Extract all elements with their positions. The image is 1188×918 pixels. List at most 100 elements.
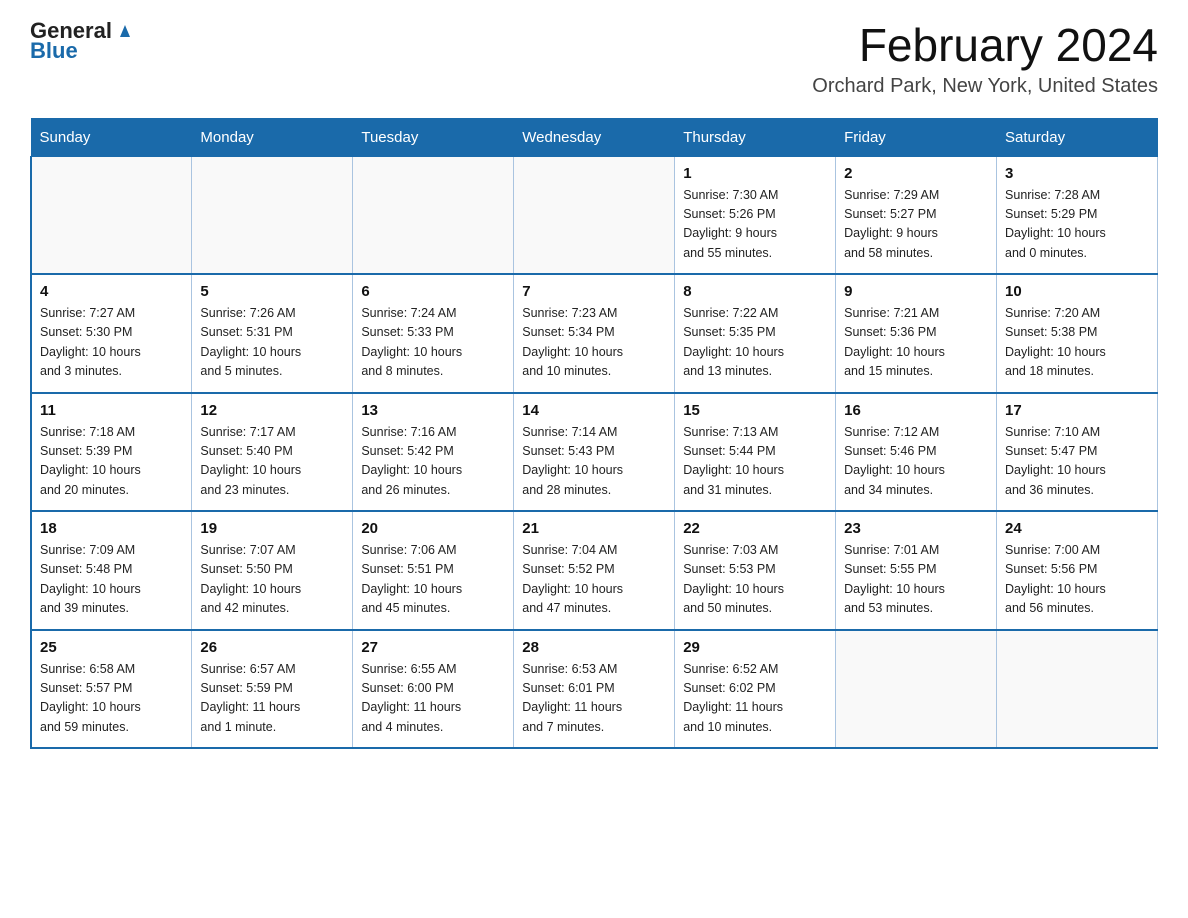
- day-info: Sunrise: 6:52 AM Sunset: 6:02 PM Dayligh…: [683, 660, 827, 738]
- day-number: 9: [844, 283, 988, 300]
- calendar-cell: 22 Sunrise: 7:03 AM Sunset: 5:53 PM Dayli…: [675, 511, 836, 630]
- calendar-cell: 27 Sunrise: 6:55 AM Sunset: 6:00 PM Dayli…: [353, 630, 514, 749]
- calendar-cell: 12 Sunrise: 7:17 AM Sunset: 5:40 PM Dayli…: [192, 393, 353, 512]
- column-header-tuesday: Tuesday: [353, 118, 514, 156]
- calendar-cell: 9 Sunrise: 7:21 AM Sunset: 5:36 PM Daylig…: [836, 274, 997, 393]
- calendar-week-row: 4 Sunrise: 7:27 AM Sunset: 5:30 PM Daylig…: [31, 274, 1158, 393]
- day-number: 3: [1005, 165, 1149, 182]
- calendar-header-row: SundayMondayTuesdayWednesdayThursdayFrid…: [31, 118, 1158, 156]
- month-title: February 2024: [812, 20, 1158, 71]
- column-header-wednesday: Wednesday: [514, 118, 675, 156]
- day-info: Sunrise: 7:06 AM Sunset: 5:51 PM Dayligh…: [361, 541, 505, 619]
- logo: General Blue: [30, 20, 136, 62]
- day-number: 1: [683, 165, 827, 182]
- day-number: 11: [40, 402, 183, 419]
- page-header: General Blue February 2024 Orchard Park,…: [30, 20, 1158, 98]
- day-info: Sunrise: 7:30 AM Sunset: 5:26 PM Dayligh…: [683, 186, 827, 264]
- calendar-cell: 6 Sunrise: 7:24 AM Sunset: 5:33 PM Daylig…: [353, 274, 514, 393]
- logo-blue-text: Blue: [30, 40, 136, 62]
- calendar-cell: 19Sunrise: 7:07 AM Sunset: 5:50 PM Dayli…: [192, 511, 353, 630]
- day-info: Sunrise: 7:10 AM Sunset: 5:47 PM Dayligh…: [1005, 423, 1149, 501]
- calendar-cell: 7 Sunrise: 7:23 AM Sunset: 5:34 PM Daylig…: [514, 274, 675, 393]
- calendar-cell: [31, 156, 192, 274]
- day-info: Sunrise: 7:23 AM Sunset: 5:34 PM Dayligh…: [522, 304, 666, 382]
- day-info: Sunrise: 7:12 AM Sunset: 5:46 PM Dayligh…: [844, 423, 988, 501]
- calendar-cell: 20 Sunrise: 7:06 AM Sunset: 5:51 PM Dayli…: [353, 511, 514, 630]
- day-info: Sunrise: 7:04 AM Sunset: 5:52 PM Dayligh…: [522, 541, 666, 619]
- calendar-cell: [997, 630, 1158, 749]
- day-number: 15: [683, 402, 827, 419]
- title-block: February 2024 Orchard Park, New York, Un…: [812, 20, 1158, 98]
- calendar-cell: [514, 156, 675, 274]
- day-info: Sunrise: 7:13 AM Sunset: 5:44 PM Dayligh…: [683, 423, 827, 501]
- calendar-cell: 28 Sunrise: 6:53 AM Sunset: 6:01 PM Dayli…: [514, 630, 675, 749]
- calendar-cell: 3 Sunrise: 7:28 AM Sunset: 5:29 PM Daylig…: [997, 156, 1158, 274]
- day-number: 4: [40, 283, 183, 300]
- day-info: Sunrise: 6:58 AM Sunset: 5:57 PM Dayligh…: [40, 660, 183, 738]
- day-number: 10: [1005, 283, 1149, 300]
- day-info: Sunrise: 7:20 AM Sunset: 5:38 PM Dayligh…: [1005, 304, 1149, 382]
- day-info: Sunrise: 7:07 AM Sunset: 5:50 PM Dayligh…: [200, 541, 344, 619]
- calendar-cell: 4 Sunrise: 7:27 AM Sunset: 5:30 PM Daylig…: [31, 274, 192, 393]
- column-header-monday: Monday: [192, 118, 353, 156]
- day-info: Sunrise: 6:53 AM Sunset: 6:01 PM Dayligh…: [522, 660, 666, 738]
- day-number: 27: [361, 639, 505, 656]
- day-info: Sunrise: 7:29 AM Sunset: 5:27 PM Dayligh…: [844, 186, 988, 264]
- day-number: 6: [361, 283, 505, 300]
- calendar-week-row: 25 Sunrise: 6:58 AM Sunset: 5:57 PM Dayli…: [31, 630, 1158, 749]
- day-number: 18: [40, 520, 183, 537]
- day-number: 23: [844, 520, 988, 537]
- day-info: Sunrise: 7:03 AM Sunset: 5:53 PM Dayligh…: [683, 541, 827, 619]
- column-header-friday: Friday: [836, 118, 997, 156]
- calendar-cell: 24 Sunrise: 7:00 AM Sunset: 5:56 PM Dayli…: [997, 511, 1158, 630]
- day-info: Sunrise: 7:17 AM Sunset: 5:40 PM Dayligh…: [200, 423, 344, 501]
- day-number: 29: [683, 639, 827, 656]
- day-number: 28: [522, 639, 666, 656]
- day-info: Sunrise: 7:01 AM Sunset: 5:55 PM Dayligh…: [844, 541, 988, 619]
- day-info: Sunrise: 6:55 AM Sunset: 6:00 PM Dayligh…: [361, 660, 505, 738]
- column-header-thursday: Thursday: [675, 118, 836, 156]
- day-number: 24: [1005, 520, 1149, 537]
- day-info: Sunrise: 7:22 AM Sunset: 5:35 PM Dayligh…: [683, 304, 827, 382]
- day-number: 13: [361, 402, 505, 419]
- day-info: Sunrise: 7:14 AM Sunset: 5:43 PM Dayligh…: [522, 423, 666, 501]
- day-info: Sunrise: 7:27 AM Sunset: 5:30 PM Dayligh…: [40, 304, 183, 382]
- calendar-cell: 25 Sunrise: 6:58 AM Sunset: 5:57 PM Dayli…: [31, 630, 192, 749]
- calendar-cell: 1 Sunrise: 7:30 AM Sunset: 5:26 PM Daylig…: [675, 156, 836, 274]
- calendar-cell: 18 Sunrise: 7:09 AM Sunset: 5:48 PM Dayli…: [31, 511, 192, 630]
- day-number: 8: [683, 283, 827, 300]
- day-info: Sunrise: 7:28 AM Sunset: 5:29 PM Dayligh…: [1005, 186, 1149, 264]
- day-number: 12: [200, 402, 344, 419]
- column-header-saturday: Saturday: [997, 118, 1158, 156]
- day-info: Sunrise: 7:09 AM Sunset: 5:48 PM Dayligh…: [40, 541, 183, 619]
- calendar-cell: 26Sunrise: 6:57 AM Sunset: 5:59 PM Dayli…: [192, 630, 353, 749]
- calendar-cell: 23 Sunrise: 7:01 AM Sunset: 5:55 PM Dayli…: [836, 511, 997, 630]
- day-number: 21: [522, 520, 666, 537]
- calendar-cell: 14 Sunrise: 7:14 AM Sunset: 5:43 PM Dayli…: [514, 393, 675, 512]
- day-number: 7: [522, 283, 666, 300]
- calendar-cell: 11 Sunrise: 7:18 AM Sunset: 5:39 PM Dayli…: [31, 393, 192, 512]
- calendar-table: SundayMondayTuesdayWednesdayThursdayFrid…: [30, 118, 1158, 750]
- day-info: Sunrise: 7:21 AM Sunset: 5:36 PM Dayligh…: [844, 304, 988, 382]
- calendar-week-row: 1 Sunrise: 7:30 AM Sunset: 5:26 PM Daylig…: [31, 156, 1158, 274]
- day-info: Sunrise: 7:00 AM Sunset: 5:56 PM Dayligh…: [1005, 541, 1149, 619]
- calendar-cell: [192, 156, 353, 274]
- day-number: 16: [844, 402, 988, 419]
- calendar-cell: 13 Sunrise: 7:16 AM Sunset: 5:42 PM Dayli…: [353, 393, 514, 512]
- day-info: Sunrise: 7:24 AM Sunset: 5:33 PM Dayligh…: [361, 304, 505, 382]
- day-number: 20: [361, 520, 505, 537]
- calendar-cell: 29 Sunrise: 6:52 AM Sunset: 6:02 PM Dayli…: [675, 630, 836, 749]
- day-number: 14: [522, 402, 666, 419]
- calendar-week-row: 11 Sunrise: 7:18 AM Sunset: 5:39 PM Dayli…: [31, 393, 1158, 512]
- calendar-cell: 8 Sunrise: 7:22 AM Sunset: 5:35 PM Daylig…: [675, 274, 836, 393]
- day-number: 5: [200, 283, 344, 300]
- calendar-cell: [836, 630, 997, 749]
- day-number: 22: [683, 520, 827, 537]
- calendar-cell: 2Sunrise: 7:29 AM Sunset: 5:27 PM Daylig…: [836, 156, 997, 274]
- day-info: Sunrise: 7:16 AM Sunset: 5:42 PM Dayligh…: [361, 423, 505, 501]
- calendar-cell: 15 Sunrise: 7:13 AM Sunset: 5:44 PM Dayli…: [675, 393, 836, 512]
- day-info: Sunrise: 7:18 AM Sunset: 5:39 PM Dayligh…: [40, 423, 183, 501]
- calendar-week-row: 18 Sunrise: 7:09 AM Sunset: 5:48 PM Dayli…: [31, 511, 1158, 630]
- day-number: 25: [40, 639, 183, 656]
- calendar-cell: 5Sunrise: 7:26 AM Sunset: 5:31 PM Daylig…: [192, 274, 353, 393]
